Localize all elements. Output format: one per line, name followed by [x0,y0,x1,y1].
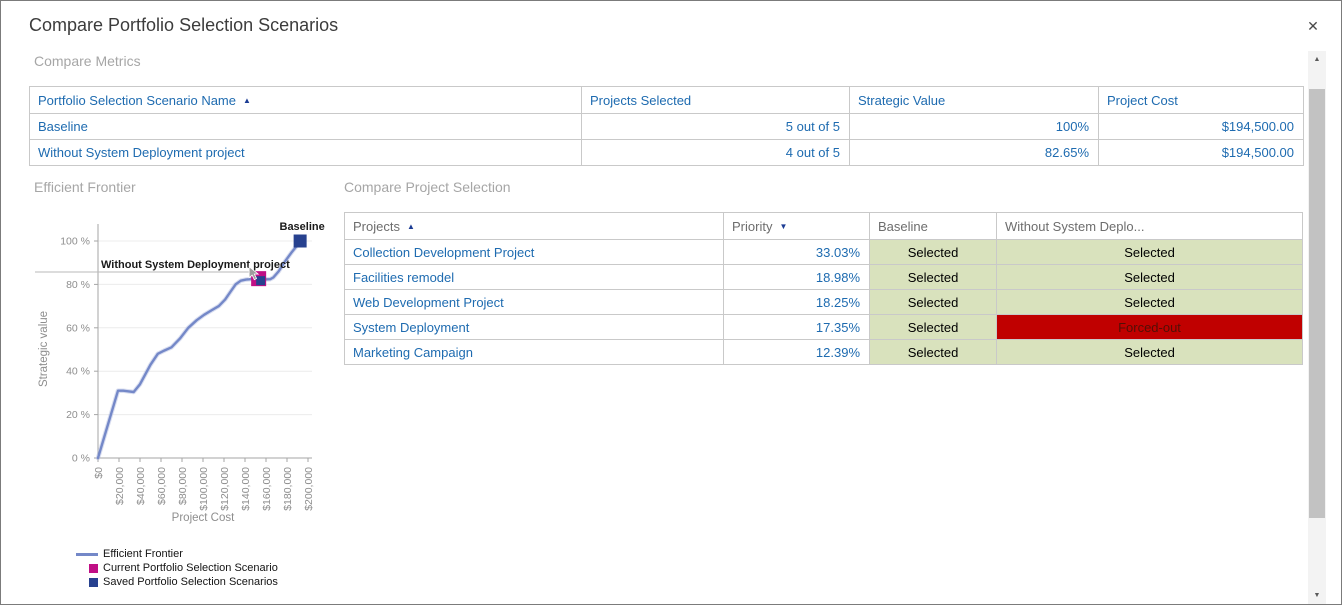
priority-value: 12.39% [724,340,870,365]
column-header-projects-selected[interactable]: Projects Selected [582,87,850,114]
status-cell: Selected [870,240,997,265]
projects-selected-value: 5 out of 5 [582,114,850,140]
table-row: Without System Deployment project 4 out … [30,140,1304,166]
legend-item-efficient-frontier: Efficient Frontier [74,547,278,561]
svg-text:$0: $0 [93,467,105,479]
svg-text:0 %: 0 % [72,453,90,465]
svg-text:$180,000: $180,000 [282,467,294,511]
compare-project-selection-table: Projects▲ Priority▼ Baseline Without Sys… [344,212,1303,365]
project-link[interactable]: Collection Development Project [345,240,724,265]
status-cell: Selected [870,290,997,315]
project-link[interactable]: Web Development Project [345,290,724,315]
status-cell: Selected [870,315,997,340]
svg-text:$20,000: $20,000 [114,467,126,505]
svg-text:$100,000: $100,000 [198,467,210,511]
svg-text:Project Cost: Project Cost [172,512,235,524]
current-scenario-swatch-icon [89,564,98,573]
status-cell: Forced-out [997,315,1303,340]
table-row: Baseline 5 out of 5 100% $194,500.00 [30,114,1304,140]
svg-text:100 %: 100 % [60,236,90,248]
sort-ascending-icon: ▲ [243,96,251,105]
status-cell: Selected [870,265,997,290]
project-link[interactable]: Marketing Campaign [345,340,724,365]
svg-text:$140,000: $140,000 [240,467,252,511]
column-header-scenario-name[interactable]: Portfolio Selection Scenario Name▲ [30,87,582,114]
svg-text:80 %: 80 % [66,279,90,291]
status-cell: Selected [870,340,997,365]
column-header-baseline[interactable]: Baseline [870,213,997,240]
scroll-down-icon[interactable]: ▼ [1308,587,1326,604]
table-row: Collection Development Project 33.03% Se… [345,240,1303,265]
priority-value: 18.25% [724,290,870,315]
table-row: Web Development Project 18.25% Selected … [345,290,1303,315]
compare-project-selection-heading: Compare Project Selection [344,179,511,195]
column-header-project-cost[interactable]: Project Cost [1099,87,1304,114]
selection-header-row: Projects▲ Priority▼ Baseline Without Sys… [345,213,1303,240]
svg-text:Baseline: Baseline [280,221,325,233]
strategic-value: 100% [850,114,1099,140]
line-swatch-icon [76,553,98,556]
status-cell: Selected [997,290,1303,315]
svg-text:20 %: 20 % [66,409,90,421]
projects-selected-value: 4 out of 5 [582,140,850,166]
priority-value: 18.98% [724,265,870,290]
svg-text:$120,000: $120,000 [219,467,231,511]
svg-text:$80,000: $80,000 [177,467,189,505]
project-link[interactable]: System Deployment [345,315,724,340]
svg-text:Without System Deployment proj: Without System Deployment project [101,259,290,271]
table-row: Marketing Campaign 12.39% Selected Selec… [345,340,1303,365]
saved-scenario-swatch-icon [89,578,98,587]
project-cost-value: $194,500.00 [1099,140,1304,166]
svg-text:$60,000: $60,000 [156,467,168,505]
project-cost-value: $194,500.00 [1099,114,1304,140]
scenario-link[interactable]: Baseline [30,114,582,140]
close-icon[interactable]: ✕ [1301,14,1325,38]
sort-ascending-icon: ▲ [407,222,415,231]
status-cell: Selected [997,265,1303,290]
legend-item-current-scenario: Current Portfolio Selection Scenario [74,561,278,575]
efficient-frontier-chart: 0 % 20 % 40 % 60 % 80 % 100 % $0 $20,000 $40,000… [29,197,345,547]
sort-descending-icon: ▼ [779,222,787,231]
svg-text:$200,000: $200,000 [303,467,315,511]
column-header-strategic-value[interactable]: Strategic Value [850,87,1099,114]
column-header-priority[interactable]: Priority▼ [724,213,870,240]
table-row: System Deployment 17.35% Selected Forced… [345,315,1303,340]
compare-metrics-table: Portfolio Selection Scenario Name▲ Proje… [29,86,1304,166]
svg-text:40 %: 40 % [66,366,90,378]
project-link[interactable]: Facilities remodel [345,265,724,290]
svg-text:Strategic value: Strategic value [38,311,50,387]
status-cell: Selected [997,340,1303,365]
strategic-value: 82.65% [850,140,1099,166]
efficient-frontier-heading: Efficient Frontier [34,179,136,195]
scroll-up-icon[interactable]: ▲ [1308,51,1326,68]
chart-legend: Efficient Frontier Current Portfolio Sel… [74,547,278,589]
table-row: Facilities remodel 18.98% Selected Selec… [345,265,1303,290]
priority-value: 33.03% [724,240,870,265]
svg-text:$40,000: $40,000 [135,467,147,505]
scrollbar-thumb[interactable] [1309,89,1325,518]
status-cell: Selected [997,240,1303,265]
legend-item-saved-scenarios: Saved Portfolio Selection Scenarios [74,575,278,589]
compare-metrics-heading: Compare Metrics [34,53,141,69]
svg-text:60 %: 60 % [66,322,90,334]
metrics-header-row: Portfolio Selection Scenario Name▲ Proje… [30,87,1304,114]
svg-text:$160,000: $160,000 [261,467,273,511]
column-header-scenario[interactable]: Without System Deplo... [997,213,1303,240]
vertical-scrollbar[interactable]: ▲ ▼ [1308,51,1326,604]
scenario-link[interactable]: Without System Deployment project [30,140,582,166]
column-header-projects[interactable]: Projects▲ [345,213,724,240]
dialog-title: Compare Portfolio Selection Scenarios [29,15,338,36]
priority-value: 17.35% [724,315,870,340]
